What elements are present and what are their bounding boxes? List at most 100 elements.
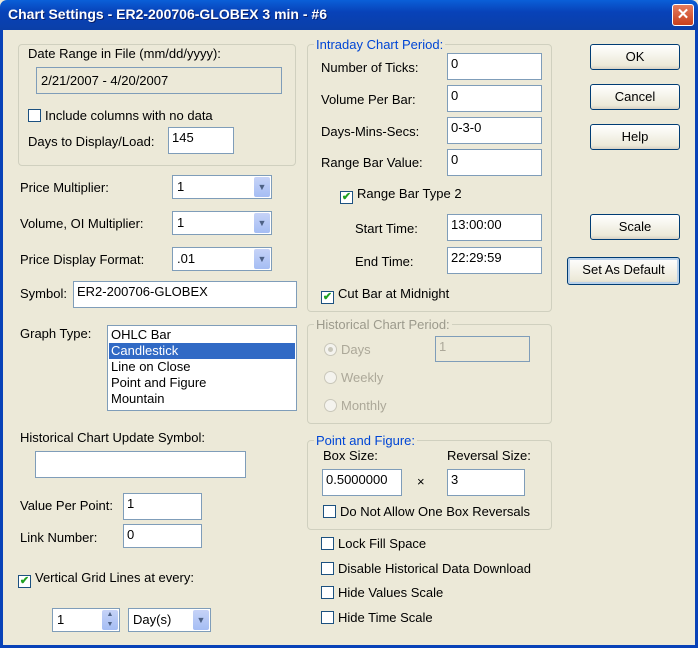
dms-label: Days-Mins-Secs: xyxy=(321,124,420,139)
ok-button[interactable]: OK xyxy=(590,44,680,70)
end-time-input[interactable]: 22:29:59 xyxy=(447,247,542,274)
help-button[interactable]: Help xyxy=(590,124,680,150)
price-format-select[interactable]: .01 ▼ xyxy=(172,247,272,271)
vertical-grid-checkbox[interactable]: ✔ Vertical Grid Lines at every: xyxy=(18,570,194,588)
close-button[interactable]: ✕ xyxy=(672,4,694,26)
point-figure-legend: Point and Figure: xyxy=(314,433,418,448)
volume-multiplier-select[interactable]: 1 ▼ xyxy=(172,211,272,235)
monthly-radio[interactable]: Monthly xyxy=(324,398,387,413)
lock-fill-label: Lock Fill Space xyxy=(338,536,427,551)
days-radio[interactable]: Days xyxy=(324,342,371,357)
graph-type-option[interactable]: Mountain xyxy=(109,391,295,407)
spinner-arrows-icon[interactable]: ▲ ▼ xyxy=(102,610,118,630)
volume-multiplier-label: Volume, OI Multiplier: xyxy=(20,216,144,231)
vertical-grid-label: Vertical Grid Lines at every: xyxy=(35,570,194,585)
price-multiplier-label: Price Multiplier: xyxy=(20,180,109,195)
box-size-input[interactable]: 0.5000000 xyxy=(322,469,402,496)
hist-update-input[interactable] xyxy=(35,451,246,478)
range-bar-input[interactable]: 0 xyxy=(447,149,542,176)
historical-legend: Historical Chart Period: xyxy=(314,317,452,332)
grid-count-value: 1 xyxy=(57,612,65,627)
graph-type-option[interactable]: OHLC Bar xyxy=(109,327,295,343)
scale-button[interactable]: Scale xyxy=(590,214,680,240)
checkbox-icon xyxy=(321,586,334,599)
reversal-size-label: Reversal Size: xyxy=(447,448,531,463)
volume-multiplier-value: 1 xyxy=(177,215,185,230)
weekly-radio-label: Weekly xyxy=(341,370,384,385)
weekly-radio[interactable]: Weekly xyxy=(324,370,383,385)
price-multiplier-value: 1 xyxy=(177,179,185,194)
reversal-size-input[interactable]: 3 xyxy=(447,469,525,496)
chevron-down-icon[interactable]: ▼ xyxy=(254,249,270,269)
checkbox-icon xyxy=(323,505,336,518)
radio-icon xyxy=(324,399,337,412)
end-time-label: End Time: xyxy=(355,254,414,269)
checkbox-icon xyxy=(321,537,334,550)
window-title: Chart Settings - ER2-200706-GLOBEX 3 min… xyxy=(8,6,327,22)
value-per-point-input[interactable]: 1 xyxy=(123,493,202,520)
cut-bar-label: Cut Bar at Midnight xyxy=(338,286,450,301)
dms-input[interactable]: 0-3-0 xyxy=(447,117,542,144)
grid-count-spinner[interactable]: 1 ▲ ▼ xyxy=(52,608,120,632)
price-format-value: .01 xyxy=(177,251,196,266)
chevron-down-icon[interactable]: ▼ xyxy=(193,610,209,630)
value-per-point-label: Value Per Point: xyxy=(20,498,113,513)
graph-type-label: Graph Type: xyxy=(20,326,92,341)
cut-bar-checkbox[interactable]: ✔ Cut Bar at Midnight xyxy=(321,286,449,304)
symbol-input[interactable]: ER2-200706-GLOBEX xyxy=(73,281,297,308)
checkbox-checked-icon: ✔ xyxy=(18,575,31,588)
no-one-box-checkbox[interactable]: Do Not Allow One Box Reversals xyxy=(323,504,530,519)
date-range-field: 2/21/2007 - 4/20/2007 xyxy=(36,67,282,94)
intraday-legend: Intraday Chart Period: xyxy=(314,37,446,52)
start-time-input[interactable]: 13:00:00 xyxy=(447,214,542,241)
graph-type-option[interactable]: Line on Close xyxy=(109,359,295,375)
price-multiplier-select[interactable]: 1 ▼ xyxy=(172,175,272,199)
chevron-down-icon[interactable]: ▼ xyxy=(254,213,270,233)
cancel-button[interactable]: Cancel xyxy=(590,84,680,110)
graph-type-option-selected[interactable]: Candlestick xyxy=(109,343,295,359)
radio-icon xyxy=(324,371,337,384)
hide-values-checkbox[interactable]: Hide Values Scale xyxy=(321,585,443,600)
disable-download-checkbox[interactable]: Disable Historical Data Download xyxy=(321,561,531,576)
hist-update-label: Historical Chart Update Symbol: xyxy=(20,430,205,445)
range-bar-type2-label: Range Bar Type 2 xyxy=(357,186,462,201)
start-time-label: Start Time: xyxy=(355,221,418,236)
radio-selected-icon xyxy=(324,343,337,356)
include-columns-label: Include columns with no data xyxy=(45,108,213,123)
days-label: Days to Display/Load: xyxy=(28,134,155,149)
graph-type-option[interactable]: Point and Figure xyxy=(109,375,295,391)
checkbox-icon xyxy=(321,611,334,624)
checkbox-checked-icon: ✔ xyxy=(340,191,353,204)
set-default-button[interactable]: Set As Default xyxy=(567,257,680,285)
monthly-radio-label: Monthly xyxy=(341,398,387,413)
volume-per-bar-label: Volume Per Bar: xyxy=(321,92,416,107)
no-one-box-label: Do Not Allow One Box Reversals xyxy=(340,504,531,519)
grid-unit-value: Day(s) xyxy=(133,612,172,627)
graph-type-list[interactable]: OHLC Bar Candlestick Line on Close Point… xyxy=(107,325,297,411)
grid-unit-select[interactable]: Day(s) ▼ xyxy=(128,608,211,632)
symbol-label: Symbol: xyxy=(20,286,67,301)
days-radio-label: Days xyxy=(341,342,371,357)
times-symbol: × xyxy=(417,474,425,489)
ticks-input[interactable]: 0 xyxy=(447,53,542,80)
lock-fill-checkbox[interactable]: Lock Fill Space xyxy=(321,536,426,551)
checkbox-icon xyxy=(321,562,334,575)
hide-time-label: Hide Time Scale xyxy=(338,610,433,625)
volume-per-bar-input[interactable]: 0 xyxy=(447,85,542,112)
checkbox-checked-icon: ✔ xyxy=(321,291,334,304)
link-number-label: Link Number: xyxy=(20,530,98,545)
hide-values-label: Hide Values Scale xyxy=(338,585,444,600)
link-number-input[interactable]: 0 xyxy=(123,524,202,548)
hide-time-checkbox[interactable]: Hide Time Scale xyxy=(321,610,433,625)
range-bar-label: Range Bar Value: xyxy=(321,155,423,170)
range-bar-type2-checkbox[interactable]: ✔ Range Bar Type 2 xyxy=(340,186,462,204)
chevron-down-icon[interactable]: ▼ xyxy=(254,177,270,197)
box-size-label: Box Size: xyxy=(323,448,378,463)
ticks-label: Number of Ticks: xyxy=(321,60,419,75)
historical-days-input: 1 xyxy=(435,336,530,362)
days-input[interactable]: 145 xyxy=(168,127,234,154)
include-columns-checkbox[interactable]: Include columns with no data xyxy=(28,108,213,123)
checkbox-icon xyxy=(28,109,41,122)
date-range-label: Date Range in File (mm/dd/yyyy): xyxy=(28,46,221,61)
price-format-label: Price Display Format: xyxy=(20,252,145,267)
